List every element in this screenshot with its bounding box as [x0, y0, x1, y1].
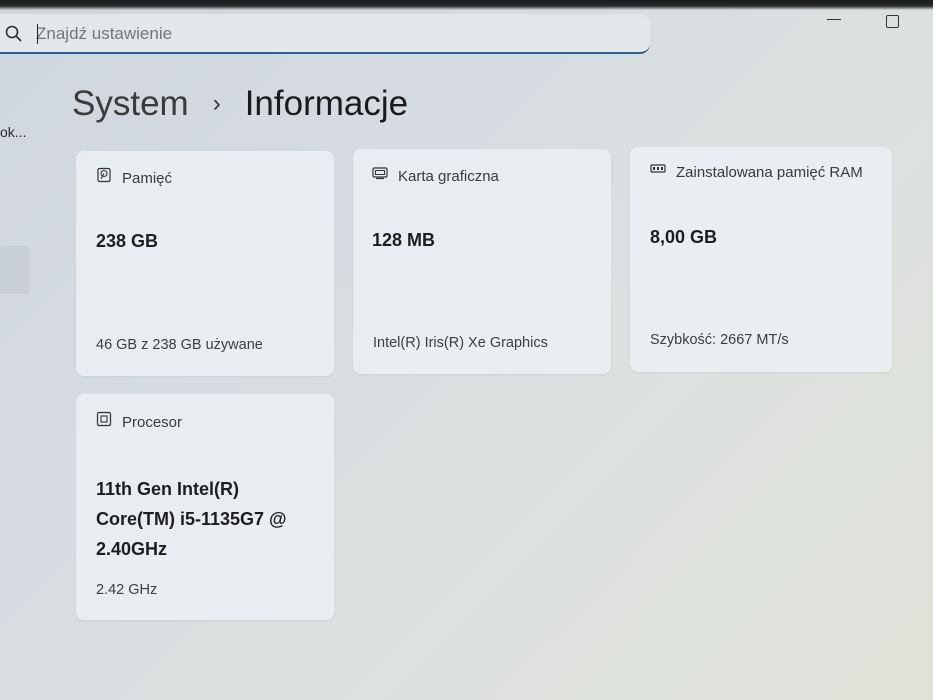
sidebar-selected-item[interactable]	[0, 246, 30, 294]
processor-card: Procesor 11th Gen Intel(R) Core(TM) i5-1…	[76, 394, 334, 620]
chevron-right-icon: ›	[212, 90, 221, 117]
gpu-card-header: Karta graficzna	[372, 163, 499, 190]
gpu-card-title: Karta graficzna	[398, 168, 499, 185]
gpu-card: Karta graficzna 128 MB Intel(R) Iris(R) …	[353, 149, 611, 374]
gpu-card-detail: Intel(R) Iris(R) Xe Graphics	[373, 335, 548, 351]
breadcrumb: System › Informacje	[72, 82, 408, 126]
processor-card-header: Procesor	[96, 409, 182, 436]
storage-card-header: Pamięć	[96, 165, 172, 192]
storage-card-title: Pamięć	[122, 170, 173, 187]
processor-card-value: 11th Gen Intel(R) Core(TM) i5-1135G7 @ 2…	[96, 479, 287, 559]
text-caret	[37, 24, 38, 44]
processor-card-detail: 2.42 GHz	[96, 582, 158, 598]
gpu-card-value: 128 MB	[372, 230, 436, 250]
page-title: Informacje	[244, 84, 409, 123]
search-icon	[4, 24, 24, 44]
maximize-button[interactable]	[886, 15, 899, 28]
ram-card-title: Zainstalowana pamięć RAM	[676, 164, 863, 181]
storage-card: Pamięć 238 GB 46 GB z 238 GB używane	[76, 151, 334, 376]
search-box[interactable]	[0, 14, 650, 54]
ram-card-value: 8,00 GB	[650, 227, 718, 247]
processor-card-title: Procesor	[122, 414, 183, 431]
ram-card-header: Zainstalowana pamięć RAM	[650, 159, 870, 186]
search-input[interactable]	[36, 24, 636, 44]
window-top-edge	[0, 0, 933, 10]
gpu-icon	[372, 165, 388, 181]
minimize-button[interactable]	[827, 19, 841, 20]
ram-card: Zainstalowana pamięć RAM 8,00 GB Szybkoś…	[630, 147, 892, 372]
processor-icon	[96, 411, 112, 427]
storage-card-detail: 46 GB z 238 GB używane	[96, 337, 263, 353]
storage-card-value: 238 GB	[96, 231, 159, 251]
breadcrumb-root[interactable]: System	[72, 84, 189, 124]
storage-icon	[96, 167, 112, 183]
ram-card-detail: Szybkość: 2667 MT/s	[650, 332, 789, 348]
ram-icon	[650, 161, 666, 177]
sidebar-item-truncated[interactable]: ok...	[0, 124, 26, 140]
